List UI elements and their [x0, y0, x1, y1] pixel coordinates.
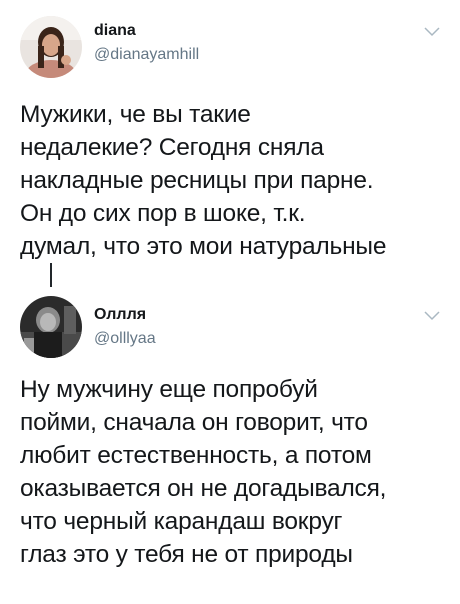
user-handle[interactable]: @olllyaa — [94, 330, 156, 348]
chevron-down-icon[interactable] — [424, 310, 440, 322]
user-avatar-icon — [20, 296, 82, 358]
display-name[interactable]: Оллля — [94, 306, 146, 324]
avatar[interactable] — [20, 296, 82, 358]
user-avatar-icon — [20, 16, 82, 78]
avatar[interactable] — [20, 16, 82, 78]
tweet-original: diana @dianayamhill Мужики, че вы такие … — [0, 0, 460, 272]
user-handle[interactable]: @dianayamhill — [94, 46, 199, 64]
tweet-text: Мужики, че вы такие недалекие? Сегодня с… — [20, 101, 387, 260]
display-name[interactable]: diana — [94, 22, 136, 40]
tweet-reply: Оллля @olllyaa Ну мужчину еще попробуй п… — [0, 280, 460, 600]
tweet-text: Ну мужчину еще попробуй пойми, сначала о… — [20, 376, 387, 568]
chevron-down-icon[interactable] — [424, 26, 440, 38]
